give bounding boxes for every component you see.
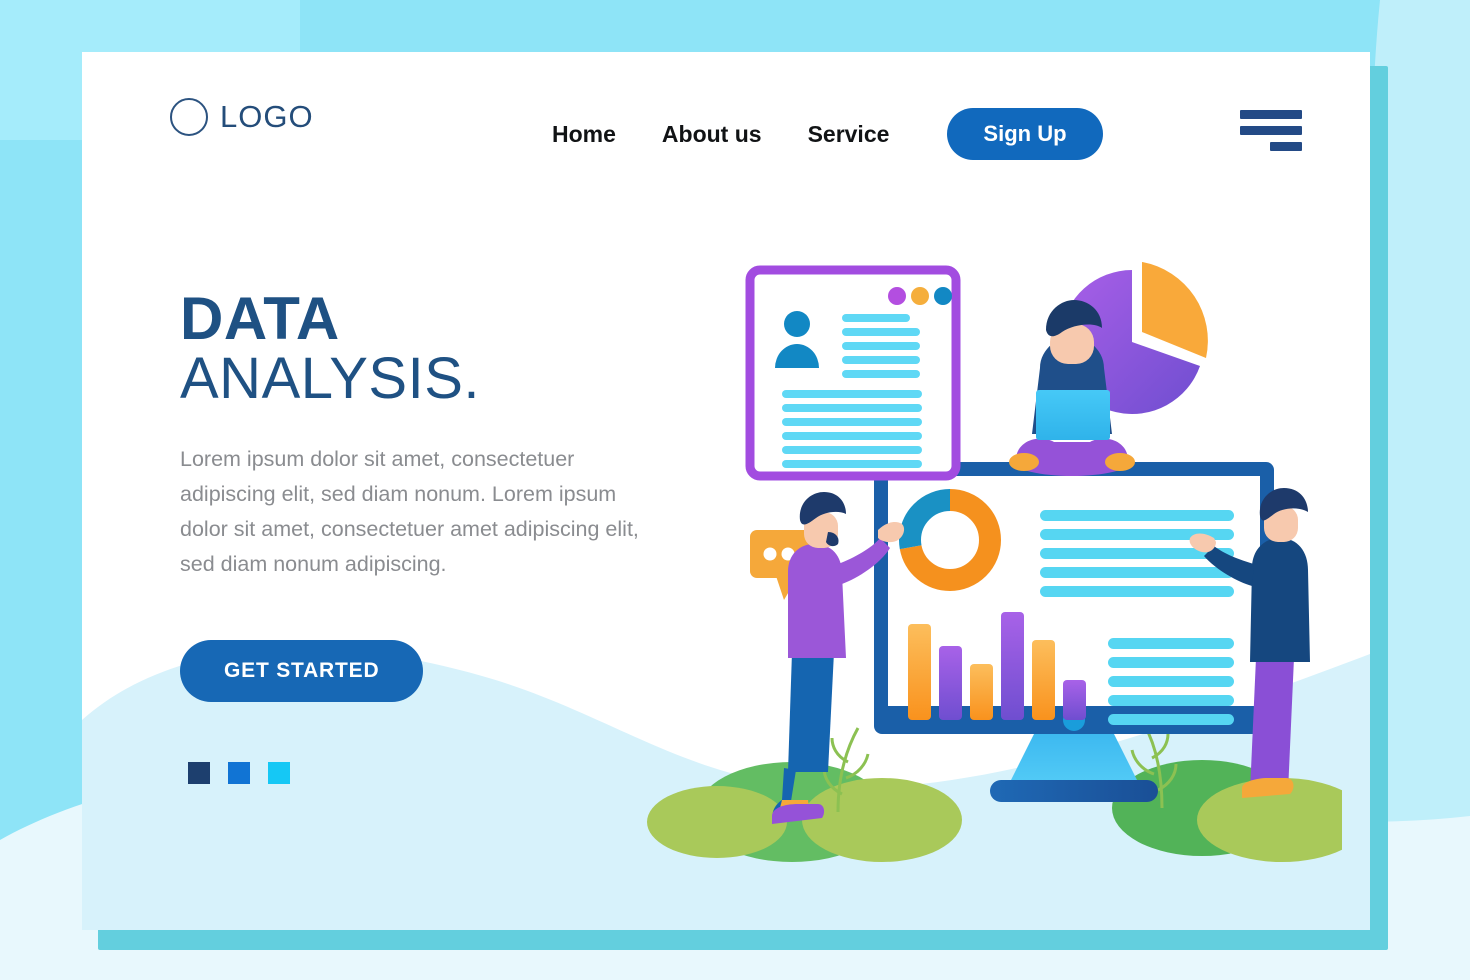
logo-text: LOGO <box>220 99 314 134</box>
page-title-bold: DATA <box>180 285 340 352</box>
bar-5 <box>1032 640 1055 720</box>
page-title-light: ANALYSIS. <box>180 346 480 412</box>
bar-4 <box>1001 612 1024 720</box>
circle-outline-icon <box>170 98 208 136</box>
page-title: DATA ANALYSIS. <box>180 285 700 412</box>
slide-indicators <box>188 762 290 784</box>
bar-6 <box>1063 680 1086 720</box>
get-started-button[interactable]: GET STARTED <box>180 639 424 702</box>
nav-link-about-us[interactable]: About us <box>662 121 762 148</box>
profile-card <box>745 265 961 481</box>
indicator-2[interactable] <box>228 762 250 784</box>
hamburger-menu-icon[interactable] <box>1240 110 1302 151</box>
hero-illustration <box>642 172 1342 912</box>
card-dot-2 <box>911 287 929 305</box>
card-dot-1 <box>888 287 906 305</box>
bar-1 <box>908 624 931 720</box>
monitor <box>874 462 1274 802</box>
monitor-base <box>990 780 1158 802</box>
indicator-3[interactable] <box>268 762 290 784</box>
landing-card: LOGO Home About us Service Sign Up DATA … <box>82 52 1370 930</box>
hero-paragraph: Lorem ipsum dolor sit amet, consectetuer… <box>180 447 639 576</box>
illustration-svg <box>647 262 1342 862</box>
bar-3 <box>970 664 993 720</box>
logo[interactable]: LOGO <box>170 98 314 136</box>
hamburger-bar-1 <box>1240 110 1302 119</box>
nav-link-service[interactable]: Service <box>808 121 890 148</box>
indicator-1[interactable] <box>188 762 210 784</box>
card-dot-3 <box>934 287 952 305</box>
top-navigation: LOGO Home About us Service Sign Up <box>82 52 1370 192</box>
sign-up-button[interactable]: Sign Up <box>947 108 1103 160</box>
hero-section: DATA ANALYSIS. Lorem ipsum dolor sit ame… <box>180 288 700 702</box>
nav-links: Home About us Service Sign Up <box>552 108 1103 160</box>
nav-link-home[interactable]: Home <box>552 121 616 148</box>
hamburger-bar-2 <box>1240 126 1302 135</box>
bar-2 <box>939 646 962 720</box>
hamburger-bar-3 <box>1270 142 1302 151</box>
laptop-icon <box>1036 390 1110 440</box>
